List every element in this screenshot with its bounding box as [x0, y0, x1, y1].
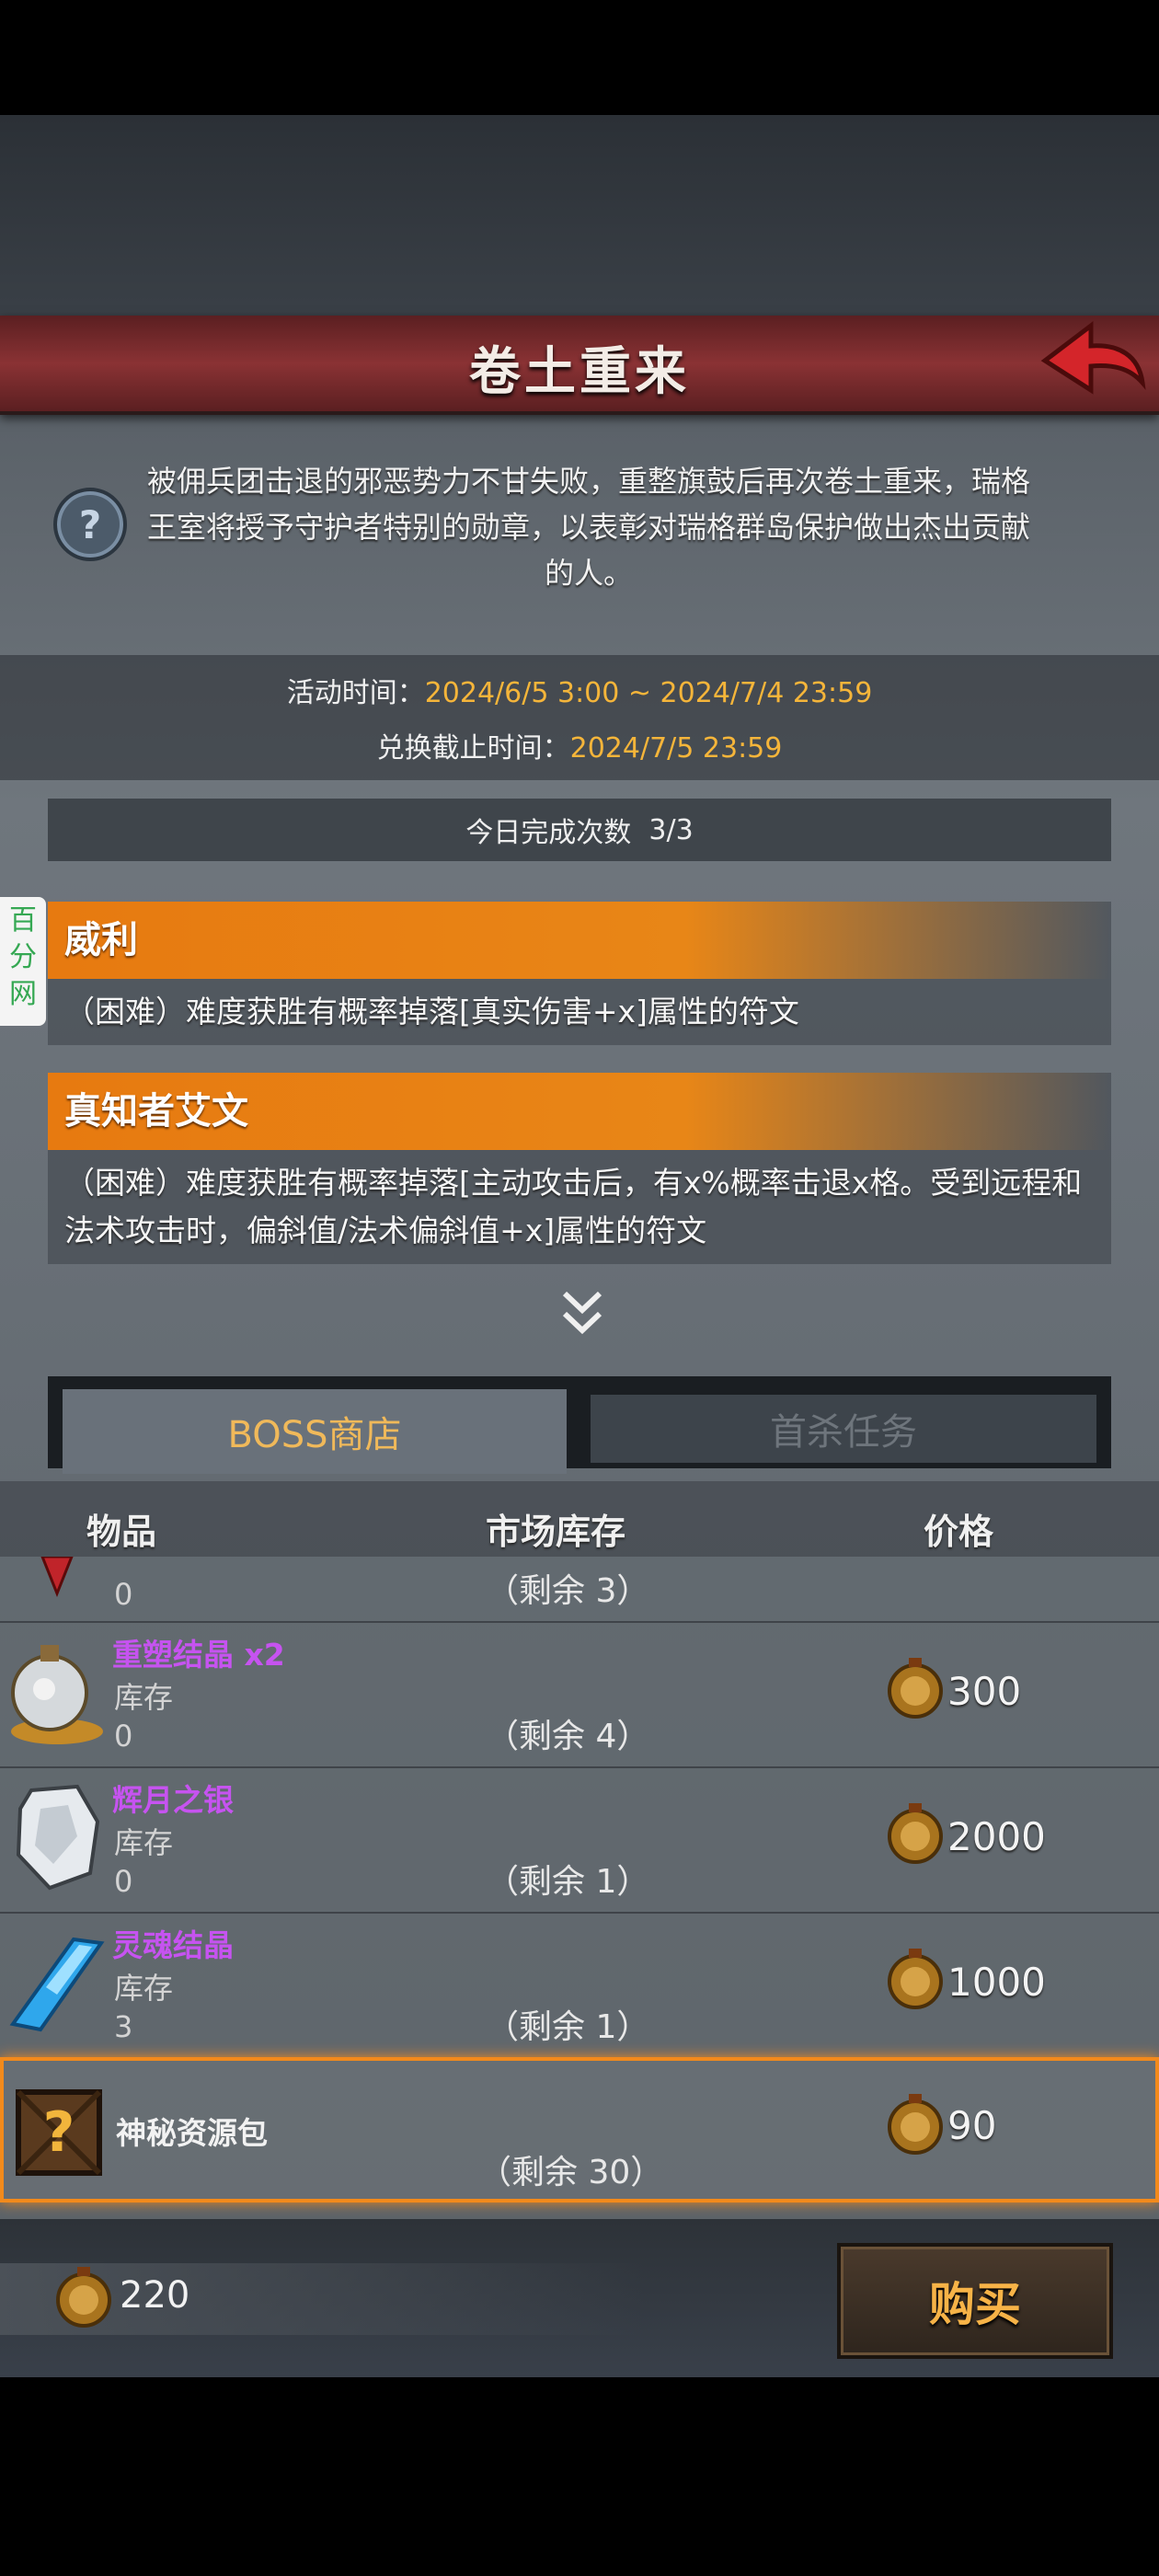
column-price: 价格	[924, 1512, 994, 1552]
stock-label: 库存	[114, 1825, 174, 1860]
item-price: 90	[947, 2103, 997, 2148]
tab-boss-shop[interactable]: BOSS商店	[63, 1389, 567, 1474]
svg-text:?: ?	[43, 2100, 75, 2165]
silver-ore-icon	[16, 1784, 100, 1891]
table-row[interactable]: 灵魂结晶 库存 3 （剩余 1） 1000	[0, 1914, 1159, 2059]
remaining-count: （剩余 1）	[486, 2008, 650, 2046]
activity-time: 活动时间：2024/6/5 3:00 ~ 2024/7/4 23:59	[286, 677, 873, 709]
red-gem-icon	[40, 1557, 74, 1597]
medal-coin-icon	[888, 1803, 943, 1864]
medal-coin-icon	[888, 1658, 943, 1719]
medal-coin-icon	[56, 2267, 111, 2328]
item-name: 神秘资源包	[116, 2115, 268, 2151]
stock-label: 库存	[114, 1680, 174, 1715]
side-watermark-tag[interactable]: 百分网	[0, 897, 46, 1026]
title-bar: 卷土重来	[0, 316, 1159, 415]
stock-value: 0	[114, 1577, 133, 1612]
medal-coin-icon	[888, 1949, 943, 2009]
table-row[interactable]: 重塑结晶 x2 库存 0 （剩余 4） 300	[0, 1623, 1159, 1768]
stock-value: 0	[114, 1864, 133, 1899]
stock-label: 库存	[114, 1971, 174, 2006]
boss-name: 威利	[48, 902, 1111, 979]
buy-button[interactable]: 购买	[837, 2243, 1113, 2359]
table-row[interactable]: 0 （剩余 3）	[0, 1557, 1159, 1623]
medal-coin-icon	[888, 2094, 943, 2155]
boss-drop-desc: （困难）难度获胜有概率掉落[真实伤害+x]属性的符文	[64, 994, 799, 1029]
stock-value: 3	[114, 2009, 133, 2044]
currency-amount: 220	[120, 2274, 190, 2317]
item-price: 1000	[947, 1960, 1046, 2005]
item-name: 辉月之银	[112, 1782, 234, 1818]
navigation-bar-area	[0, 2377, 1159, 2576]
boss-drop-desc: （困难）难度获胜有概率掉落[主动攻击后，有x%概率击退x格。受到远程和法术攻击时…	[64, 1165, 1083, 1248]
boss-card: 威利 （困难）难度获胜有概率掉落[真实伤害+x]属性的符文	[48, 902, 1111, 1045]
boss-name: 真知者艾文	[48, 1073, 1111, 1150]
item-name: 灵魂结晶	[112, 1927, 234, 1963]
table-row[interactable]: 辉月之银 库存 0 （剩余 1） 2000	[0, 1768, 1159, 1914]
tab-first-kill[interactable]: 首杀任务	[591, 1395, 1096, 1463]
remaining-count: （剩余 1）	[486, 1863, 650, 1901]
item-price: 300	[947, 1669, 1022, 1714]
column-item: 物品	[86, 1512, 157, 1552]
table-row-selected[interactable]: ? 神秘资源包 （剩余 30） 90	[0, 2057, 1159, 2202]
crystal-flask-icon	[11, 1645, 103, 1744]
daily-completion: 今日完成次数 3/3	[48, 799, 1111, 861]
exchange-deadline: 兑换截止时间：2024/7/5 23:59	[376, 732, 783, 765]
item-price: 2000	[947, 1814, 1046, 1859]
expand-chevron-icon[interactable]	[561, 1286, 603, 1341]
status-bar-area	[0, 0, 1159, 115]
remaining-count: （剩余 30）	[478, 2154, 664, 2191]
stock-value: 0	[114, 1719, 133, 1754]
remaining-count: （剩余 3）	[486, 1572, 650, 1610]
remaining-count: （剩余 4）	[486, 1718, 650, 1755]
back-arrow-icon[interactable]	[1038, 316, 1148, 405]
page-title: 卷土重来	[469, 342, 690, 402]
blue-crystal-icon	[9, 1937, 105, 2032]
mystery-box-icon: ?	[16, 2089, 102, 2176]
item-name: 重塑结晶 x2	[112, 1637, 285, 1673]
backdrop	[0, 115, 1159, 317]
column-stock: 市场库存	[486, 1512, 626, 1552]
help-icon[interactable]: ?	[53, 488, 127, 561]
boss-card: 真知者艾文 （困难）难度获胜有概率掉落[主动攻击后，有x%概率击退x格。受到远程…	[48, 1073, 1111, 1264]
event-description: 被佣兵团击退的邪恶势力不甘失败，重整旗鼓后再次卷土重来，瑞格王室将授予守护者特别…	[146, 464, 1030, 591]
